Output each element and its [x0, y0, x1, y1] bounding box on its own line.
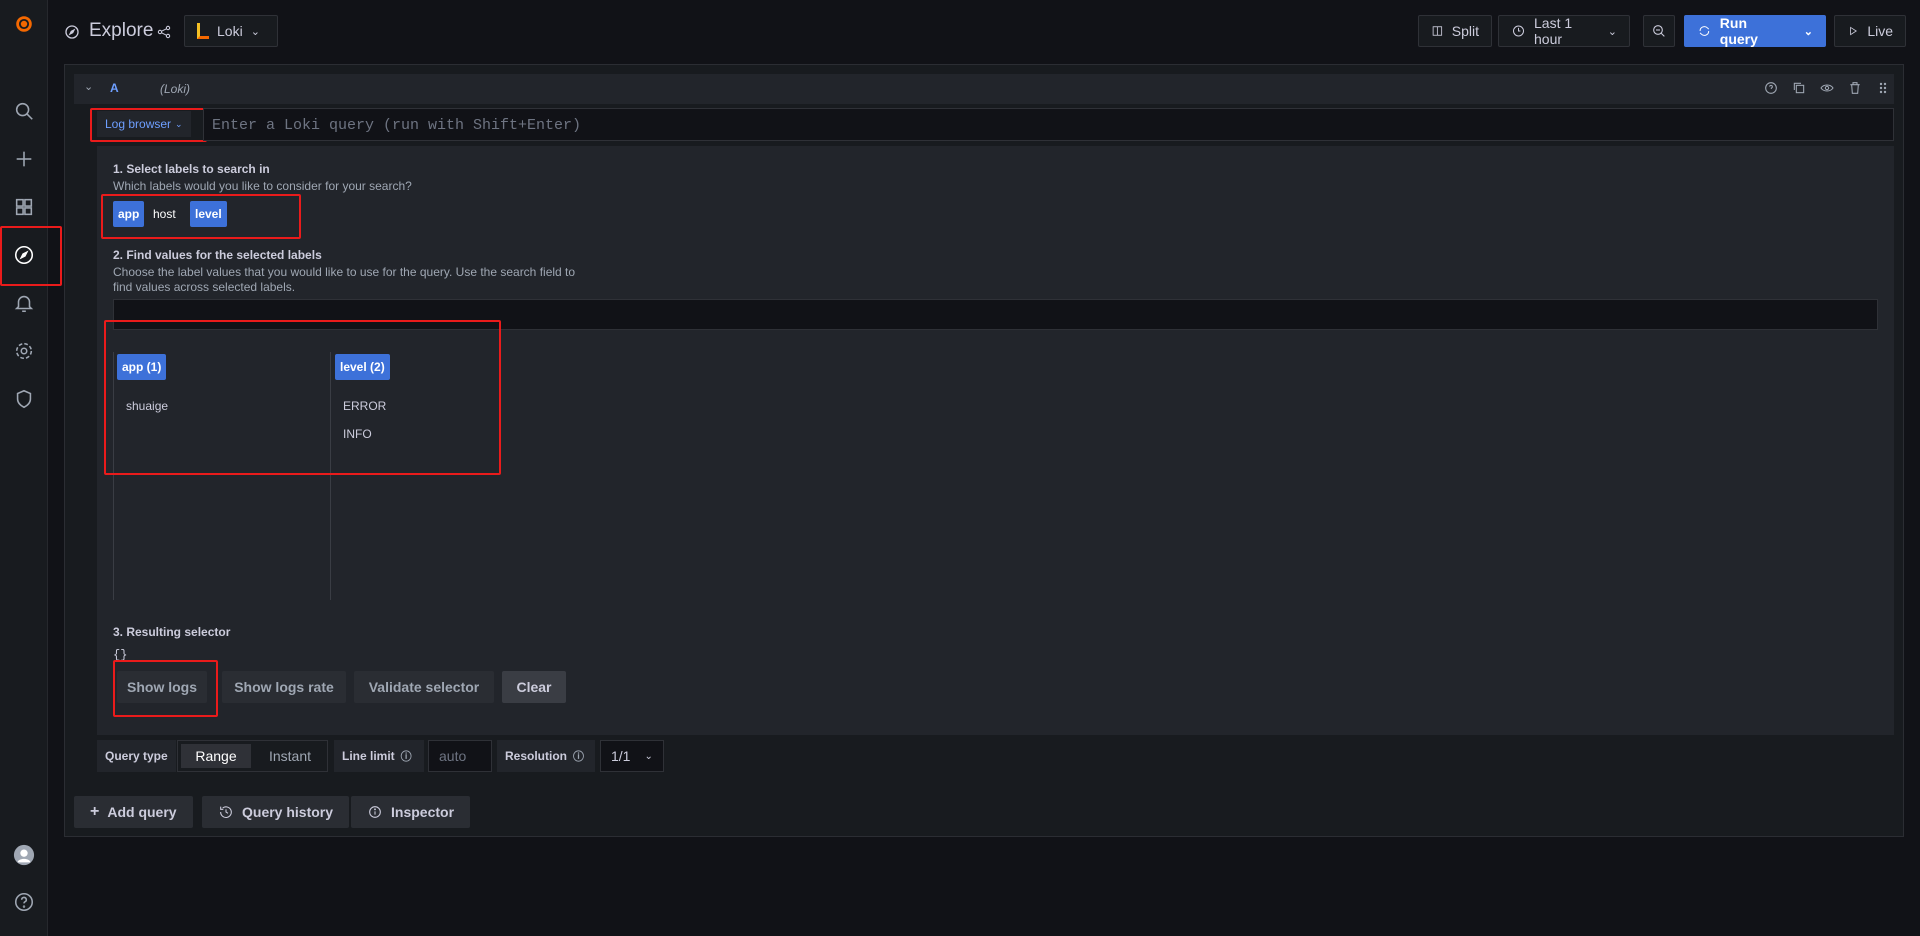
- query-type-label: Query type: [97, 740, 176, 772]
- query-row-header: [74, 74, 1894, 104]
- zoom-out-button[interactable]: [1643, 15, 1675, 47]
- avatar[interactable]: [0, 835, 48, 875]
- step3-title: 3. Resulting selector: [113, 625, 231, 639]
- inspector-button[interactable]: Inspector: [351, 796, 471, 828]
- play-icon: [1850, 26, 1857, 36]
- server-admin-shield-icon[interactable]: [0, 379, 48, 419]
- resolution-value: 1/1: [611, 748, 631, 764]
- clock-icon: [1513, 25, 1525, 37]
- configuration-gear-icon[interactable]: [0, 331, 48, 371]
- split-icon: [1432, 26, 1443, 36]
- grafana-logo-icon[interactable]: [0, 4, 48, 44]
- step2-description-line2: find values across selected labels.: [113, 280, 296, 294]
- chevron-down-icon[interactable]: ⌄: [1804, 25, 1813, 38]
- highlight-log-browser: [90, 108, 207, 142]
- step2-description-line1: Choose the label values that you would l…: [113, 265, 576, 279]
- live-label: Live: [1867, 23, 1893, 39]
- query-datasource-hint: (Loki): [160, 82, 191, 96]
- highlight-label-chips: [101, 194, 301, 239]
- run-query-button[interactable]: Run query ⌄: [1684, 15, 1826, 47]
- info-icon[interactable]: ⓘ: [573, 748, 584, 764]
- line-limit-label: Line limit: [342, 749, 395, 763]
- search-icon[interactable]: [0, 91, 48, 131]
- clear-button[interactable]: Clear: [502, 671, 566, 703]
- split-label: Split: [1451, 23, 1479, 39]
- inspector-label: Inspector: [391, 804, 455, 820]
- info-circle-icon: [369, 806, 381, 818]
- trash-icon[interactable]: [1847, 80, 1863, 96]
- query-type-range[interactable]: Range: [181, 744, 251, 768]
- line-limit-label-box: Line limit ⓘ: [334, 740, 424, 772]
- query-type-instant[interactable]: Instant: [257, 744, 323, 768]
- info-icon[interactable]: ⓘ: [401, 748, 412, 764]
- help-icon[interactable]: [1763, 80, 1779, 96]
- zoom-out-icon: [1653, 25, 1665, 37]
- side-nav: [0, 0, 48, 936]
- add-query-label: Add query: [107, 804, 177, 820]
- highlight-explore-nav: [0, 226, 62, 286]
- datasource-name: Loki: [217, 23, 243, 39]
- run-query-label: Run query: [1719, 15, 1758, 47]
- drag-handle-icon[interactable]: [1875, 80, 1891, 96]
- refresh-icon: [1699, 26, 1710, 36]
- create-plus-icon[interactable]: [0, 139, 48, 179]
- highlight-show-logs: [113, 660, 218, 717]
- plus-icon: +: [90, 803, 100, 820]
- add-query-button[interactable]: + Add query: [74, 796, 193, 828]
- resolution-label: Resolution: [505, 749, 567, 763]
- query-input[interactable]: Enter a Loki query (run with Shift+Enter…: [203, 108, 1894, 141]
- help-icon[interactable]: [0, 882, 48, 922]
- split-button[interactable]: Split: [1418, 15, 1492, 47]
- share-icon[interactable]: [156, 24, 172, 40]
- show-logs-rate-button[interactable]: Show logs rate: [222, 671, 346, 703]
- chevron-down-icon: ⌄: [644, 750, 653, 762]
- duplicate-icon[interactable]: [1791, 80, 1807, 96]
- loki-logo-icon: [197, 23, 209, 39]
- explore-compass-icon: [64, 24, 80, 40]
- datasource-picker[interactable]: Loki ⌄: [184, 15, 278, 47]
- line-limit-input[interactable]: auto: [428, 740, 492, 772]
- collapse-chevron-icon[interactable]: ⌄: [84, 80, 93, 93]
- history-icon: [220, 806, 232, 819]
- time-range-label: Last 1 hour: [1534, 15, 1573, 47]
- query-history-button[interactable]: Query history: [202, 796, 350, 828]
- page-title: Explore: [89, 20, 154, 41]
- query-history-label: Query history: [242, 804, 334, 820]
- alerting-bell-icon[interactable]: [0, 283, 48, 323]
- resolution-select[interactable]: 1/1 ⌄: [600, 740, 664, 772]
- eye-icon[interactable]: [1819, 80, 1835, 96]
- live-button[interactable]: Live: [1834, 15, 1906, 47]
- query-row-actions: [1763, 80, 1891, 96]
- resolution-label-box: Resolution ⓘ: [497, 740, 595, 772]
- chevron-down-icon: ⌄: [1607, 25, 1617, 38]
- highlight-label-values: [104, 320, 501, 475]
- query-ref-id[interactable]: A: [110, 81, 119, 95]
- time-range-picker[interactable]: Last 1 hour ⌄: [1498, 15, 1630, 47]
- step2-title: 2. Find values for the selected labels: [113, 248, 322, 262]
- dashboards-icon[interactable]: [0, 187, 48, 227]
- step1-title: 1. Select labels to search in: [113, 162, 270, 176]
- chevron-down-icon: ⌄: [250, 25, 260, 38]
- validate-selector-button[interactable]: Validate selector: [354, 671, 494, 703]
- step1-description: Which labels would you like to consider …: [113, 179, 412, 193]
